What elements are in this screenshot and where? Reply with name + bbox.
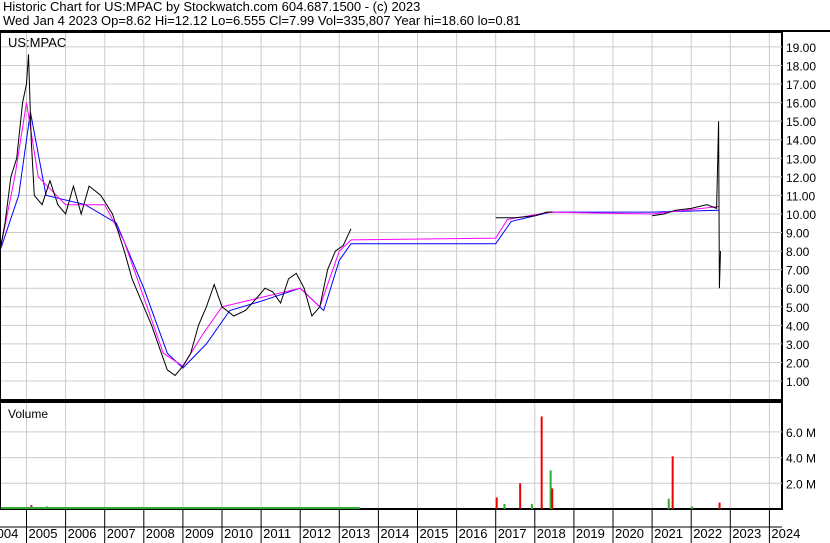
x-tick-label: 2009 bbox=[185, 526, 214, 541]
x-tick-label: 2019 bbox=[576, 526, 605, 541]
y-tick-label: 10.00 bbox=[786, 208, 816, 222]
y-tick-label: 12.00 bbox=[786, 171, 816, 185]
x-tick-label: 2005 bbox=[29, 526, 58, 541]
y-tick-label: 5.00 bbox=[786, 301, 810, 315]
x-tick-label: 2024 bbox=[771, 526, 800, 541]
volume-bar bbox=[667, 498, 670, 509]
volume-tick-label: 2.0 M bbox=[786, 477, 816, 491]
price-panel-label: US:MPAC bbox=[8, 35, 66, 50]
volume-bar bbox=[671, 456, 674, 509]
price-panel bbox=[0, 31, 783, 401]
y-tick-label: 8.00 bbox=[786, 245, 810, 259]
y-tick-label: 14.00 bbox=[786, 134, 816, 148]
x-tick-label: 2020 bbox=[615, 526, 644, 541]
volume-bar bbox=[540, 416, 543, 509]
x-tick-label: 2012 bbox=[302, 526, 331, 541]
x-tick-label: 2017 bbox=[498, 526, 527, 541]
y-tick-label: 3.00 bbox=[786, 338, 810, 352]
volume-bar bbox=[503, 503, 506, 509]
y-tick-label: 18.00 bbox=[786, 59, 816, 73]
x-tick-label: 2004 bbox=[0, 526, 18, 541]
x-tick-label: 2018 bbox=[537, 526, 566, 541]
y-tick-label: 16.00 bbox=[786, 97, 816, 111]
y-tick-label: 17.00 bbox=[786, 78, 816, 92]
x-tick-label: 2011 bbox=[263, 526, 291, 541]
volume-panel-label: Volume bbox=[8, 407, 48, 421]
volume-bar bbox=[530, 503, 533, 509]
volume-tick-label: 4.0 M bbox=[786, 452, 816, 466]
y-tick-label: 2.00 bbox=[786, 356, 810, 370]
volume-bar bbox=[691, 506, 694, 509]
volume-bar bbox=[551, 488, 554, 509]
y-tick-label: 11.00 bbox=[786, 189, 815, 203]
x-tick-label: 2007 bbox=[107, 526, 136, 541]
volume-bar bbox=[519, 483, 522, 509]
x-tick-label: 2023 bbox=[732, 526, 761, 541]
y-tick-label: 13.00 bbox=[786, 152, 816, 166]
y-tick-label: 6.00 bbox=[786, 282, 810, 296]
volume-panel bbox=[0, 401, 783, 510]
x-tick-label: 2013 bbox=[341, 526, 370, 541]
x-tick-label: 2016 bbox=[459, 526, 488, 541]
y-tick-label: 4.00 bbox=[786, 319, 810, 333]
y-tick-label: 15.00 bbox=[786, 115, 816, 129]
volume-tick-label: 6.0 M bbox=[786, 426, 816, 440]
x-tick-label: 2006 bbox=[68, 526, 97, 541]
x-tick-label: 2014 bbox=[380, 526, 409, 541]
x-tick-label: 2015 bbox=[420, 526, 449, 541]
x-tick-label: 2008 bbox=[146, 526, 175, 541]
volume-bar bbox=[718, 502, 721, 509]
y-tick-label: 7.00 bbox=[786, 264, 810, 278]
x-tick-label: 2010 bbox=[224, 526, 253, 541]
x-tick-label: 2022 bbox=[693, 526, 722, 541]
y-tick-label: 1.00 bbox=[786, 375, 810, 389]
stock-chart: 2004 2005 2006 2007 2008 2009 2010 2011 2012 2013… bbox=[0, 31, 816, 543]
y-tick-label: 19.00 bbox=[786, 41, 816, 55]
x-tick-label: 2021 bbox=[654, 526, 683, 541]
y-tick-label: 9.00 bbox=[786, 227, 810, 241]
volume-bar bbox=[495, 497, 498, 509]
